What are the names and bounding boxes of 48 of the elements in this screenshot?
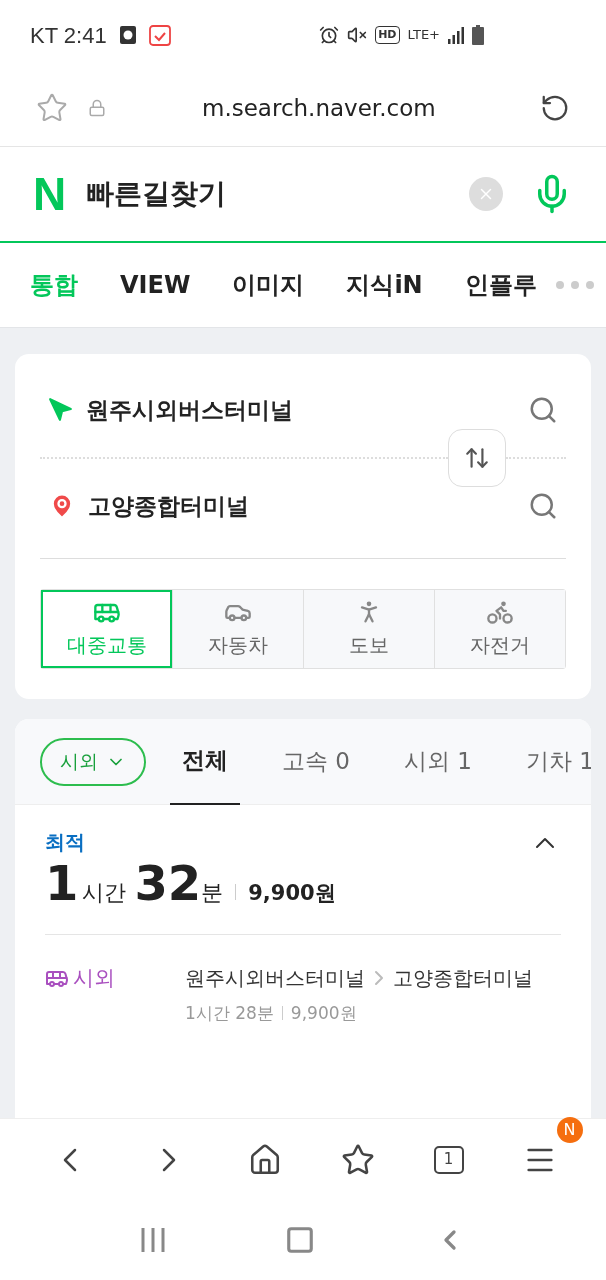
url-text[interactable]: m.search.naver.com xyxy=(202,90,436,126)
bookmark-star-icon[interactable] xyxy=(36,92,68,124)
segment-duration: 1시간 28분 xyxy=(185,1001,274,1025)
segment-type: 시외 xyxy=(73,964,115,992)
origin-field[interactable]: 원주시외버스터미널 xyxy=(86,392,293,428)
search-icon[interactable] xyxy=(528,395,558,425)
clock-app-icon xyxy=(118,25,137,45)
route-type-tab[interactable]: 고속 0 xyxy=(270,719,362,805)
destination-field[interactable]: 고양종합터미널 xyxy=(88,488,249,524)
search-tab[interactable]: 이미지 xyxy=(232,267,305,303)
transport-mode-tab[interactable]: 자전거 xyxy=(434,590,565,668)
segment-destination: 고양종합터미널 xyxy=(393,964,533,992)
swap-button[interactable] xyxy=(448,429,506,487)
mute-icon xyxy=(347,25,368,45)
route-type-tab[interactable]: 전체 xyxy=(170,719,240,805)
minutes-unit: 분 xyxy=(201,879,224,907)
segment-price: 9,900원 xyxy=(290,1001,357,1025)
route-type-tab[interactable]: 기차 1 xyxy=(513,719,591,805)
notification-badge: N xyxy=(556,1116,583,1143)
home-button-icon[interactable] xyxy=(285,1225,315,1255)
transport-mode-tab[interactable]: 자동차 xyxy=(172,590,303,668)
search-tab[interactable]: 인플루 xyxy=(464,267,537,303)
duration-minutes: 32 xyxy=(134,859,202,907)
reload-icon[interactable] xyxy=(540,93,570,123)
hd-indicator: HD xyxy=(375,25,400,45)
duration-hours: 1 xyxy=(45,859,79,907)
status-time: KT 2:41 xyxy=(30,21,107,50)
bookmarks-icon[interactable] xyxy=(340,1142,375,1177)
tabs-button[interactable]: 1 xyxy=(433,1145,464,1174)
total-price: 9,900원 xyxy=(248,880,336,907)
signal-icon xyxy=(448,26,464,44)
origin-arrow-icon xyxy=(48,397,74,423)
hours-unit: 시간 xyxy=(82,879,127,907)
search-tab[interactable]: VIEW xyxy=(120,267,191,303)
calendar-icon xyxy=(148,24,171,46)
best-label: 최적 xyxy=(45,829,85,856)
network-indicator: LTE+ xyxy=(407,26,440,45)
recent-apps-icon[interactable] xyxy=(139,1227,166,1253)
segment-origin: 원주시외버스터미널 xyxy=(185,964,365,992)
alarm-icon xyxy=(319,25,340,45)
swap-arrows-icon xyxy=(464,445,490,471)
route-type-tab[interactable]: 시외 1 xyxy=(391,719,484,805)
transport-mode-tab[interactable]: 도보 xyxy=(303,590,434,668)
search-field[interactable]: 빠른길찾기 xyxy=(86,173,227,215)
search-icon[interactable] xyxy=(528,491,558,521)
battery-icon xyxy=(472,25,484,45)
search-tab[interactable]: 지식iN xyxy=(346,267,423,303)
lock-icon xyxy=(88,99,106,117)
